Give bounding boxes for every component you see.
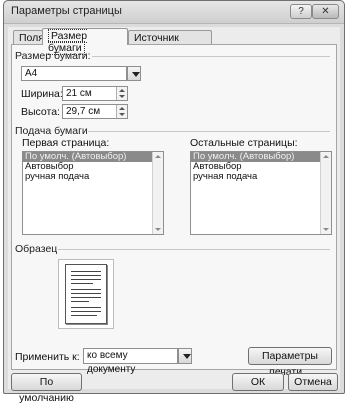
tab-margins[interactable]: Поля bbox=[13, 30, 44, 44]
other-pages-listbox[interactable]: По умолч. (Автовыбор) Автовыбор ручная п… bbox=[190, 151, 332, 235]
tab-panel: Размер бумаги: A4 Ширина: 21 см Высота: … bbox=[11, 44, 337, 378]
spin-down-icon[interactable] bbox=[119, 95, 125, 98]
help-icon: ? bbox=[298, 6, 304, 17]
list-item[interactable]: ручная подача bbox=[23, 172, 163, 182]
close-icon: ✕ bbox=[321, 6, 330, 17]
width-spinner[interactable] bbox=[116, 87, 127, 100]
scroll-down-icon[interactable] bbox=[323, 228, 329, 231]
width-value: 21 см bbox=[66, 88, 92, 99]
group-divider bbox=[92, 56, 330, 57]
apply-to-select[interactable]: ко всему документу bbox=[83, 348, 178, 375]
listbox-scrollbar[interactable] bbox=[320, 152, 331, 234]
preview-group-label: Образец bbox=[15, 243, 58, 255]
spin-down-icon[interactable] bbox=[119, 113, 125, 116]
paper-size-select[interactable]: A4 bbox=[21, 66, 127, 81]
tab-paper-size[interactable]: Размер бумаги bbox=[42, 28, 128, 55]
height-field[interactable]: 29,7 см bbox=[62, 104, 128, 119]
page-preview bbox=[65, 264, 107, 324]
close-button[interactable]: ✕ bbox=[312, 4, 339, 19]
default-button[interactable]: По умолчанию bbox=[11, 373, 82, 404]
paper-size-value: A4 bbox=[25, 68, 38, 79]
height-label: Высота: bbox=[21, 106, 60, 118]
dialog-client: Поля Размер бумаги Источник бумаги Разме… bbox=[8, 27, 340, 404]
title-bar: Параметры страницы ? ✕ bbox=[4, 1, 344, 24]
scroll-down-icon[interactable] bbox=[155, 228, 161, 231]
spin-up-icon[interactable] bbox=[119, 107, 125, 110]
width-label: Ширина: bbox=[21, 88, 63, 100]
group-divider bbox=[88, 131, 330, 132]
window-title: Параметры страницы bbox=[11, 5, 122, 17]
chevron-down-icon[interactable] bbox=[127, 66, 141, 81]
list-item[interactable]: ручная подача bbox=[191, 172, 331, 182]
help-button[interactable]: ? bbox=[290, 4, 312, 19]
preview-area bbox=[58, 259, 114, 329]
apply-to-value: ко всему документу bbox=[87, 350, 136, 375]
height-value: 29,7 см bbox=[66, 106, 101, 117]
tab-paper-size-label: Размер бумаги bbox=[48, 29, 88, 55]
first-page-listbox[interactable]: По умолч. (Автовыбор) Автовыбор ручная п… bbox=[22, 151, 164, 235]
height-spinner[interactable] bbox=[116, 105, 127, 118]
scroll-up-icon[interactable] bbox=[155, 155, 161, 158]
ok-button[interactable]: ОК bbox=[232, 373, 284, 391]
other-pages-label: Остальные страницы: bbox=[190, 137, 298, 149]
paper-source-group-label: Подача бумаги bbox=[15, 125, 88, 137]
first-page-label: Первая страница: bbox=[22, 137, 110, 149]
tab-margins-label: Поля bbox=[19, 32, 44, 44]
width-field[interactable]: 21 см bbox=[62, 86, 128, 101]
listbox-scrollbar[interactable] bbox=[152, 152, 163, 234]
page-setup-dialog: Параметры страницы ? ✕ Поля Размер бумаг… bbox=[3, 0, 345, 404]
group-divider bbox=[58, 249, 330, 250]
spin-up-icon[interactable] bbox=[119, 89, 125, 92]
print-options-button[interactable]: Параметры печати... bbox=[248, 347, 332, 378]
chevron-down-icon[interactable] bbox=[178, 348, 192, 364]
apply-to-label: Применить к: bbox=[15, 351, 80, 363]
cancel-button[interactable]: Отмена bbox=[288, 373, 338, 391]
scroll-up-icon[interactable] bbox=[323, 155, 329, 158]
tab-paper-source[interactable]: Источник бумаги bbox=[128, 30, 212, 56]
